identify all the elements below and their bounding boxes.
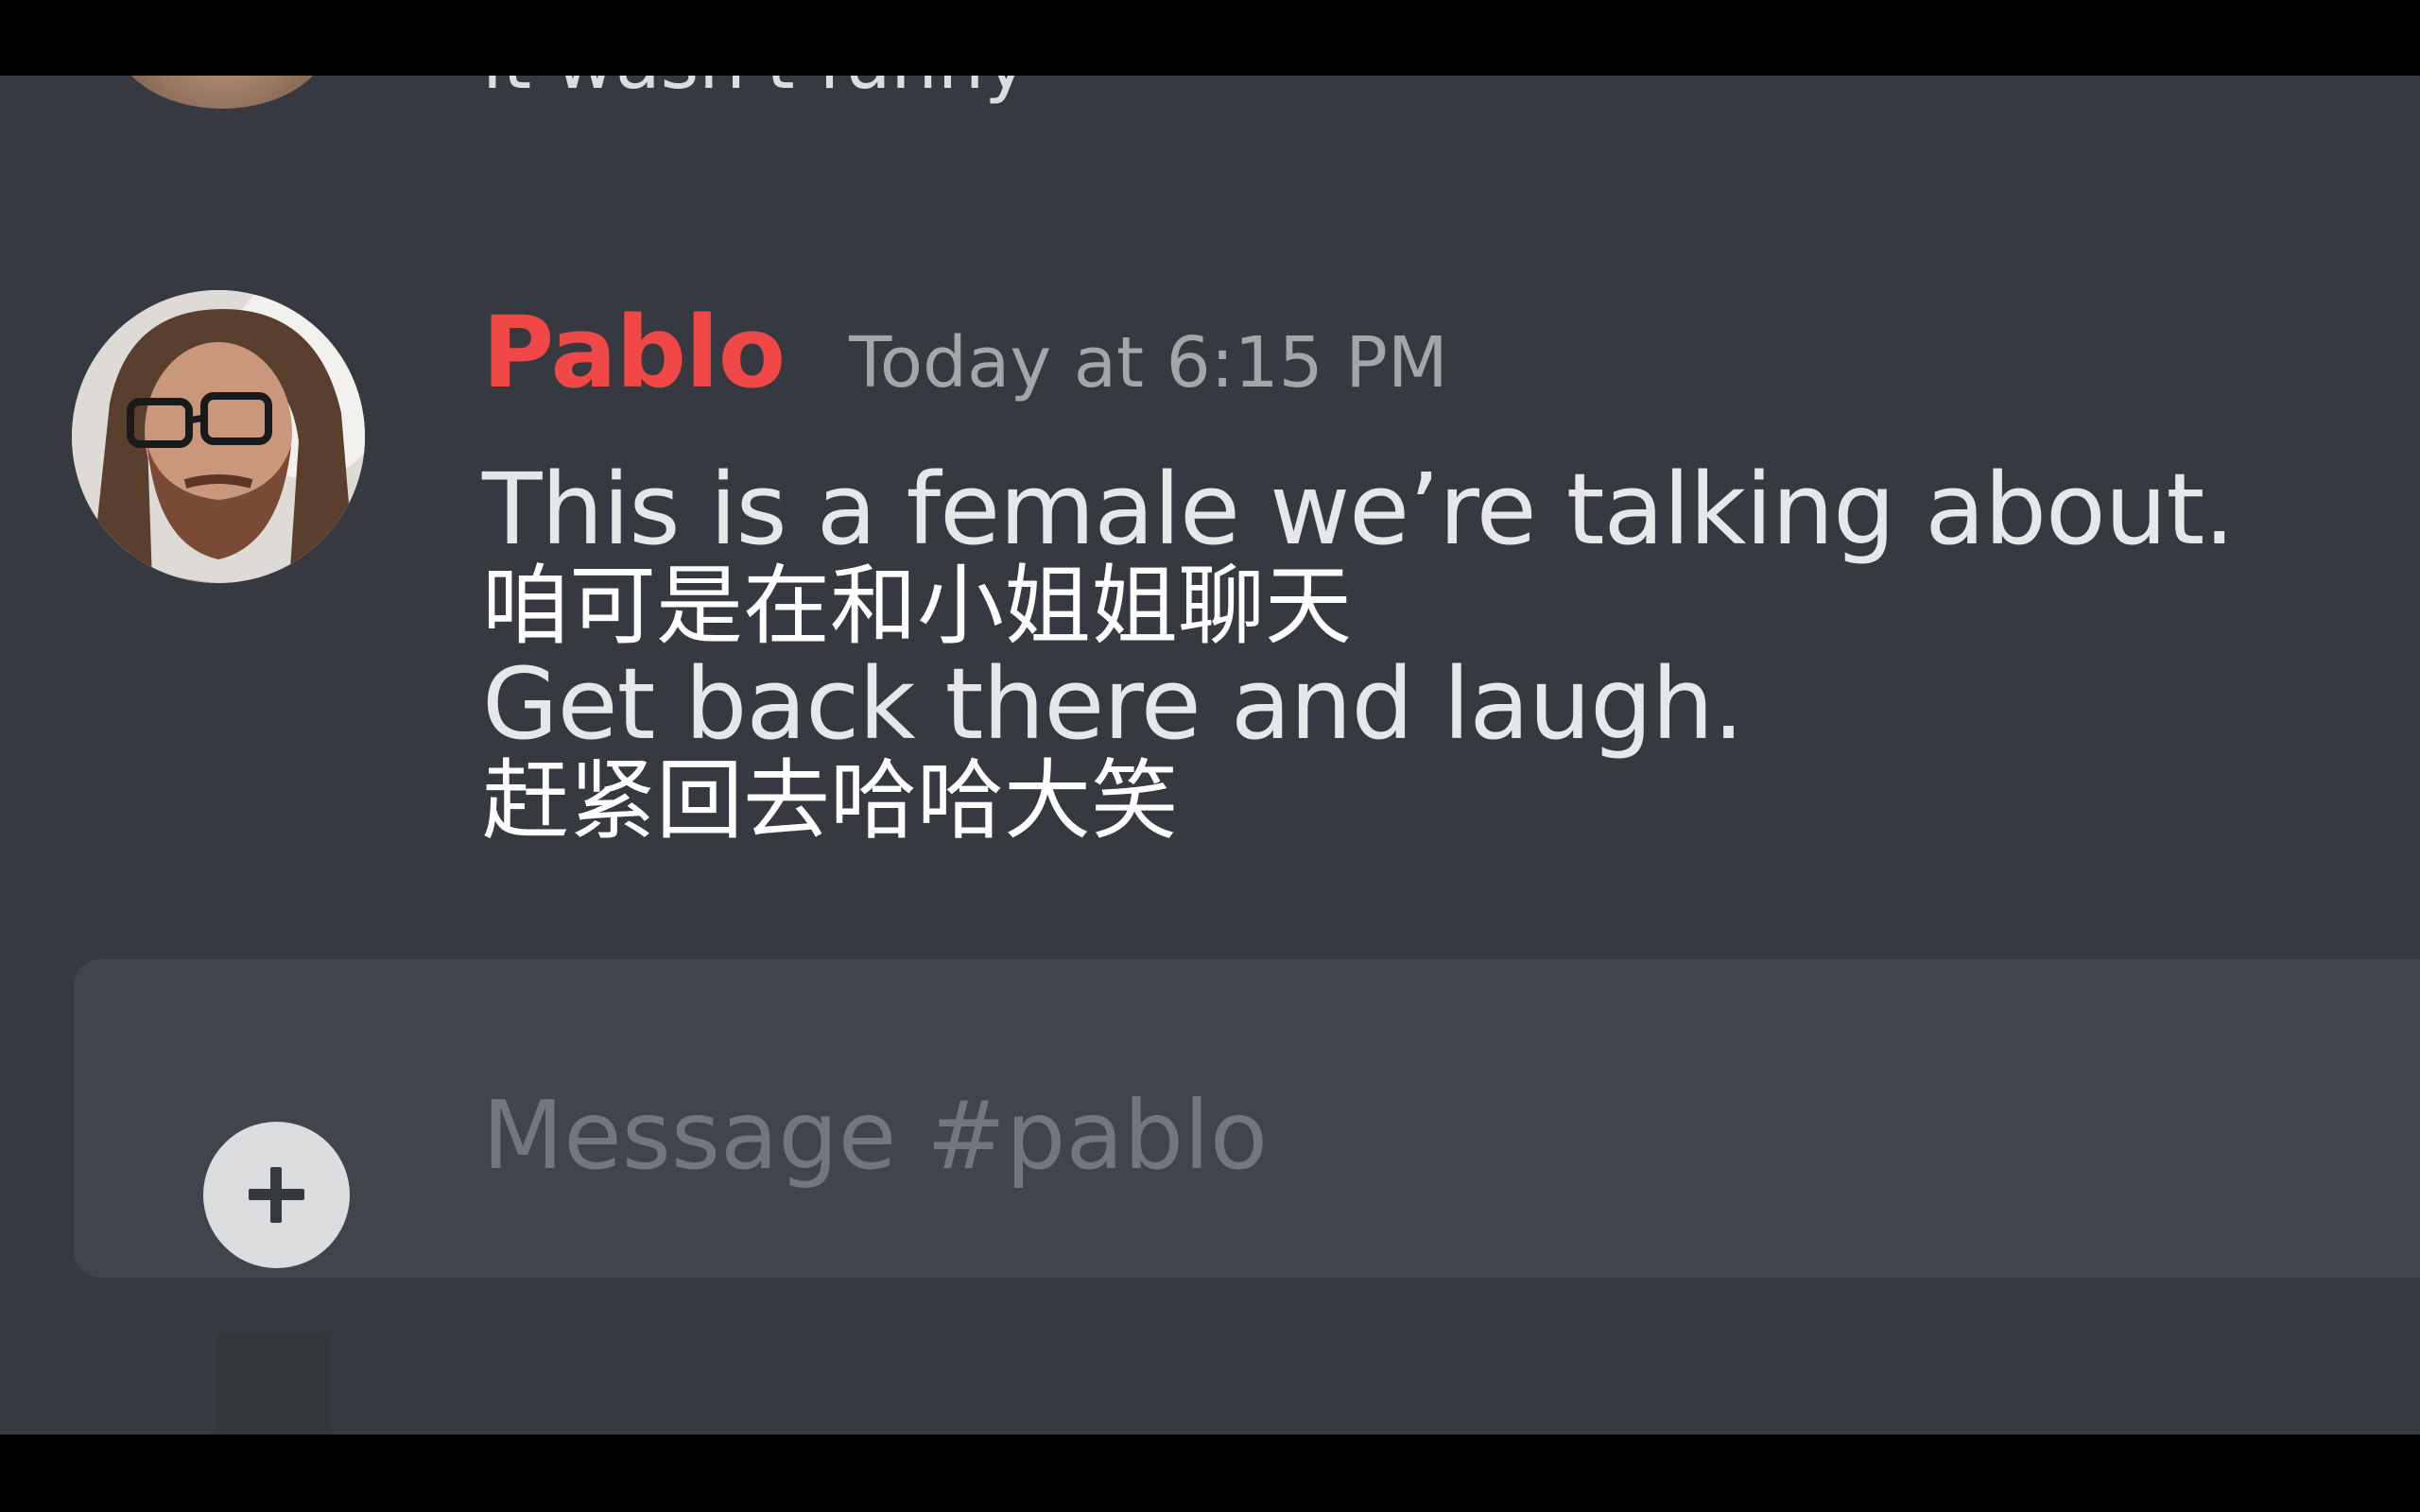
message-line-1: This is a female we’re talking about.	[482, 452, 2235, 567]
plus-icon-vertical	[270, 1167, 282, 1223]
chat-area: it wasn't funny Pablo Today at 6:15 PM T…	[0, 76, 2420, 1435]
avatar[interactable]	[72, 290, 365, 583]
previous-avatar[interactable]	[113, 76, 331, 109]
avatar-image	[72, 290, 365, 583]
timestamp: Today at 6:15 PM	[849, 322, 1448, 404]
subtitle-line-1: 咱可是在和小姐姐聊天	[482, 556, 1353, 657]
message-line-2: Get back there and laugh.	[482, 646, 1744, 762]
message-body: This is a female we’re talking about. 咱可…	[482, 458, 2278, 848]
letterbox-top	[0, 0, 2420, 76]
username[interactable]: Pablo	[482, 295, 786, 410]
message-composer	[74, 959, 2420, 1278]
letterbox-bottom	[0, 1435, 2420, 1512]
message-input[interactable]	[480, 1082, 2375, 1188]
message-header: Pablo Today at 6:15 PM	[482, 295, 1448, 410]
subtitle-line-2: 赶紧回去哈哈大笑	[482, 750, 1179, 851]
previous-message-text: it wasn't funny	[482, 76, 1028, 106]
bottom-shadow	[217, 1332, 331, 1435]
plus-icon[interactable]	[203, 1122, 350, 1268]
